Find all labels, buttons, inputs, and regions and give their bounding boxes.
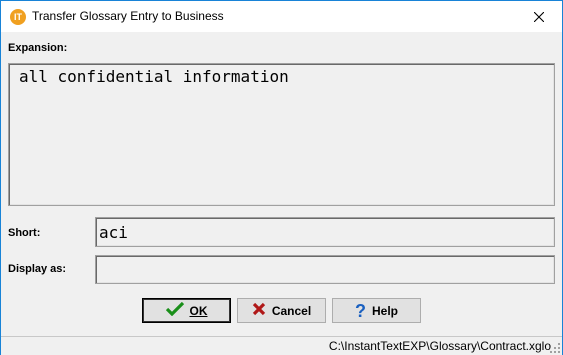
window-title: Transfer Glossary Entry to Business [32,9,224,23]
app-icon: IT [10,9,26,25]
file-path: C:\InstantTextEXP\Glossary\Contract.xglo [328,339,551,353]
status-bar: C:\InstantTextEXP\Glossary\Contract.xglo [1,336,562,355]
cancel-label: Cancel [271,303,312,318]
short-text: aci [99,223,128,242]
resize-grip-icon[interactable] [549,342,561,354]
cancel-button[interactable]: Cancel [237,298,326,323]
help-label: Help [371,303,398,318]
checkmark-icon [165,301,184,320]
expansion-text: all confidential information [19,67,289,86]
expansion-label: Expansion: [8,42,68,54]
x-icon [252,302,266,320]
dialog-window: IT Transfer Glossary Entry to Business E… [0,0,563,355]
display-as-label: Display as: [8,263,67,275]
expansion-textarea[interactable]: all confidential information [8,63,555,206]
close-icon [534,11,544,22]
display-as-input[interactable] [95,255,555,284]
short-input[interactable]: aci [95,217,555,247]
help-button[interactable]: ? Help [332,298,421,323]
question-mark-icon: ? [354,300,366,321]
short-label: Short: [8,227,41,239]
ok-button[interactable]: OK [142,298,231,323]
title-bar[interactable]: IT Transfer Glossary Entry to Business [1,1,562,32]
close-button[interactable] [516,1,562,32]
ok-label: OK [189,303,208,318]
